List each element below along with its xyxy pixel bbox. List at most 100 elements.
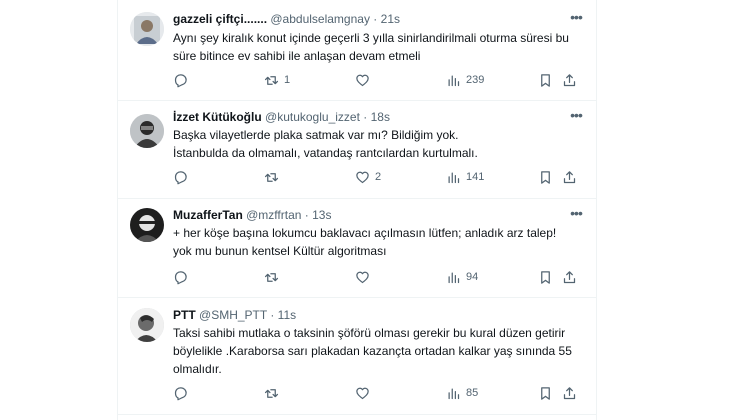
heart-icon — [356, 74, 369, 86]
tweet[interactable]: MuzafferTan @mzffrtan · 13s ••• + her kö… — [118, 198, 596, 298]
views-count: 141 — [466, 171, 485, 183]
username[interactable]: @abdulselamgnay — [270, 12, 370, 26]
views-icon — [448, 272, 460, 283]
like-button[interactable]: 2 — [355, 168, 381, 186]
reply-button[interactable] — [173, 168, 193, 186]
views-button[interactable]: 85 — [446, 384, 478, 402]
tweet-header: İzzet Kütükoğlu @kutukoglu_izzet · 18s — [173, 108, 586, 126]
more-icon[interactable]: ••• — [568, 206, 584, 224]
tweet-timeline: gazzeli çiftçi....... @abdulselamgnay · … — [117, 0, 597, 420]
reply-icon — [174, 270, 187, 284]
share-button[interactable] — [562, 384, 577, 402]
tweet[interactable]: gazzeli çiftçi....... @abdulselamgnay · … — [118, 0, 596, 101]
avatar[interactable] — [130, 308, 164, 342]
display-name[interactable]: gazzeli çiftçi....... — [173, 12, 267, 26]
tweet-actions: 1 239 — [173, 71, 586, 89]
like-button[interactable] — [355, 384, 375, 402]
avatar[interactable] — [130, 208, 164, 242]
like-button[interactable] — [355, 268, 375, 286]
bookmark-button[interactable] — [538, 168, 553, 186]
separator: · — [363, 110, 368, 124]
tweet-text: Aynı şey kiralık konut içinde geçerli 3 … — [173, 29, 578, 65]
username[interactable]: @mzffrtan — [246, 208, 301, 222]
views-button[interactable]: 239 — [446, 71, 484, 89]
timestamp[interactable]: 21s — [381, 12, 400, 26]
display-name[interactable]: MuzafferTan — [173, 208, 243, 222]
reply-button[interactable] — [173, 268, 193, 286]
share-button[interactable] — [562, 71, 577, 89]
timestamp[interactable]: 13s — [312, 208, 331, 222]
reply-icon — [174, 170, 187, 184]
bookmark-button[interactable] — [538, 268, 553, 286]
tweet-text-line: olmalıdır. — [173, 362, 222, 376]
retweet-icon — [264, 388, 279, 398]
retweet-button[interactable] — [264, 168, 284, 186]
tweet-text: + her köşe başına lokumcu baklavacı açıl… — [173, 224, 578, 260]
tweet-text-line: Aynı şey kiralık konut içinde geçerli 3 … — [173, 31, 569, 45]
tweet[interactable]: İzzet Kütükoğlu @kutukoglu_izzet · 18s •… — [118, 100, 596, 199]
username[interactable]: @kutukoglu_izzet — [265, 110, 360, 124]
reply-button[interactable] — [173, 71, 193, 89]
like-count: 2 — [375, 171, 382, 183]
retweet-count: 1 — [284, 74, 291, 86]
tweet-header: MuzafferTan @mzffrtan · 13s — [173, 206, 586, 224]
retweet-button[interactable] — [264, 268, 284, 286]
reply-icon — [174, 386, 187, 400]
avatar[interactable] — [130, 12, 164, 46]
views-count: 94 — [466, 271, 479, 283]
separator: · — [270, 308, 275, 322]
tweet-header: PTT @SMH_PTT · 11s — [173, 306, 586, 324]
views-icon — [448, 75, 460, 86]
retweet-icon — [264, 272, 279, 282]
retweet-button[interactable]: 1 — [264, 71, 290, 89]
timestamp[interactable]: 11s — [278, 308, 296, 322]
display-name[interactable]: İzzet Kütükoğlu — [173, 110, 262, 124]
tweet-actions: 85 — [173, 384, 586, 402]
tweet-text-line: süre bitince ev sahibi ile anlaşan devam… — [173, 49, 421, 63]
share-button[interactable] — [562, 268, 577, 286]
views-button[interactable]: 141 — [446, 168, 484, 186]
bookmark-icon — [541, 170, 550, 184]
tweet-text: Taksi sahibi mutlaka o taksinin şöförü o… — [173, 324, 578, 378]
tweet-text-line: böylelikle .Karaborsa sarı plakadan kaza… — [173, 344, 572, 358]
views-icon — [448, 388, 460, 399]
reply-button[interactable] — [173, 384, 193, 402]
display-name[interactable]: PTT — [173, 308, 196, 322]
retweet-icon — [264, 172, 279, 182]
more-icon[interactable]: ••• — [568, 108, 584, 126]
bookmark-button[interactable] — [538, 384, 553, 402]
username[interactable]: @SMH_PTT — [199, 308, 267, 322]
timestamp[interactable]: 18s — [371, 110, 390, 124]
bookmark-icon — [541, 386, 550, 400]
bookmark-icon — [541, 73, 550, 87]
bookmark-button[interactable] — [538, 71, 553, 89]
tweet-actions: 2 141 — [173, 168, 586, 186]
retweet-button[interactable] — [264, 384, 284, 402]
reply-icon — [174, 73, 187, 87]
tweet-text-line: yok mu bunun kentsel Kültür algoritması — [173, 244, 387, 258]
bookmark-icon — [541, 270, 550, 284]
retweet-icon — [264, 75, 279, 85]
tweet-text: Başka vilayetlerde plaka satmak var mı? … — [173, 126, 578, 162]
views-count: 85 — [466, 387, 479, 399]
heart-icon — [356, 171, 369, 183]
views-count: 239 — [466, 74, 485, 86]
share-button[interactable] — [562, 168, 577, 186]
heart-icon — [356, 387, 369, 399]
share-icon — [563, 270, 576, 283]
heart-icon — [356, 271, 369, 283]
like-button[interactable] — [355, 71, 375, 89]
views-icon — [448, 172, 460, 183]
share-icon — [563, 73, 576, 86]
share-icon — [563, 386, 576, 399]
separator: · — [304, 208, 309, 222]
more-icon[interactable]: ••• — [568, 10, 584, 28]
separator: · — [373, 12, 378, 26]
tweet[interactable]: PTT @SMH_PTT · 11s Taksi sahibi mutlaka … — [118, 298, 596, 415]
avatar[interactable] — [130, 114, 164, 148]
tweet-text-line: Başka vilayetlerde plaka satmak var mı? … — [173, 128, 459, 142]
views-button[interactable]: 94 — [446, 268, 478, 286]
tweet-text-line: Taksi sahibi mutlaka o taksinin şöförü o… — [173, 326, 566, 340]
tweet-text-line: İstanbulda da olmamalı, vatandaş rantcıl… — [173, 146, 478, 160]
tweet-actions: 94 — [173, 268, 586, 286]
